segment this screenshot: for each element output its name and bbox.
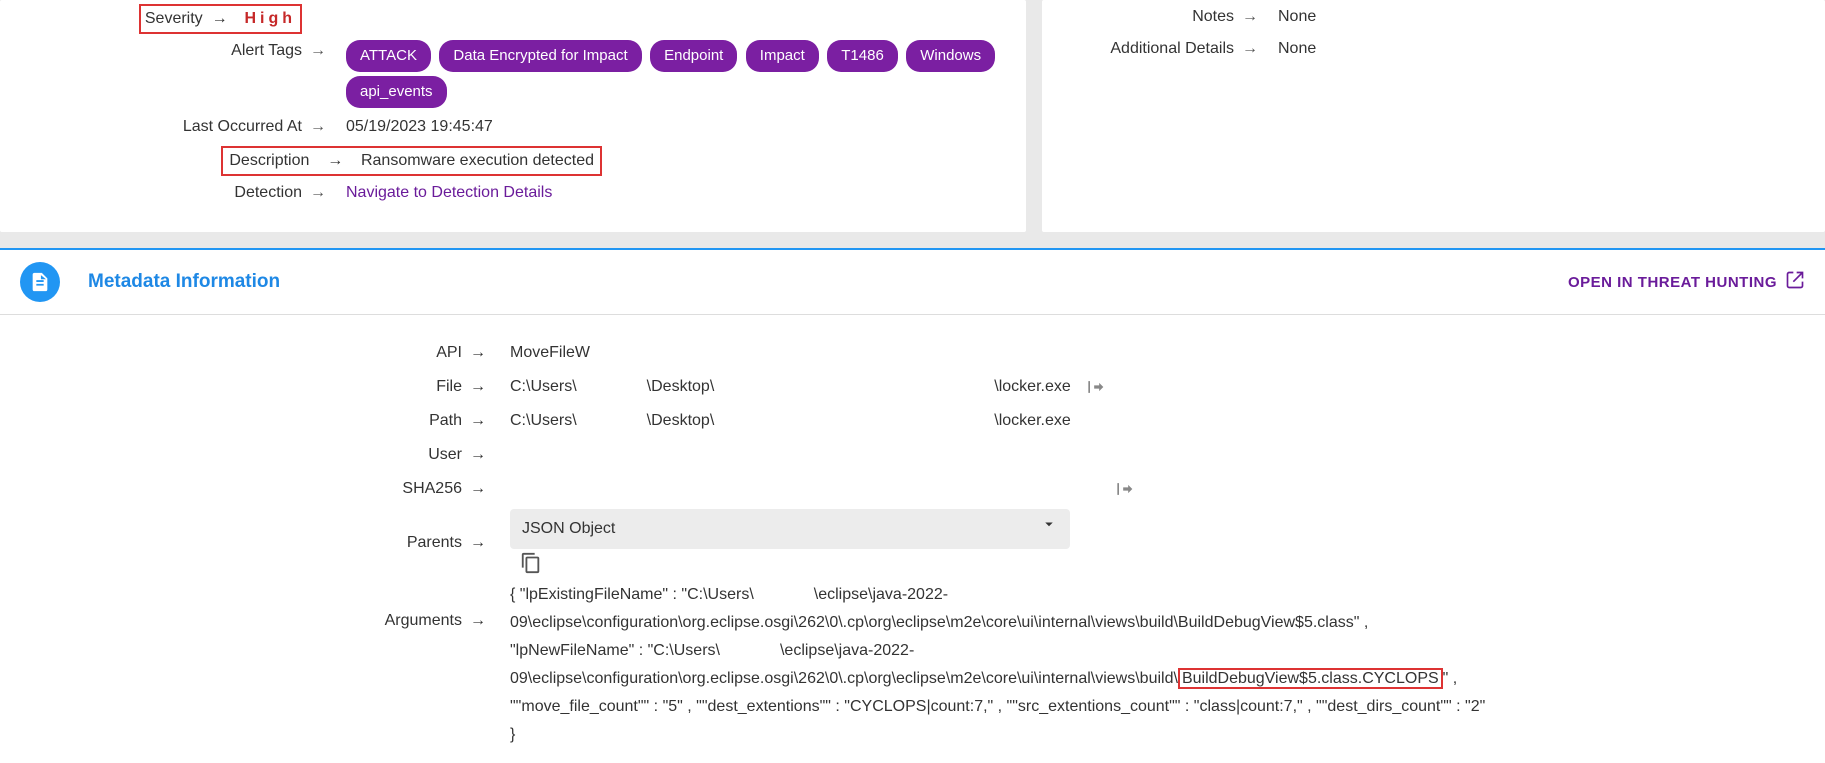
description-value: Ransomware execution detected — [361, 148, 594, 174]
alert-tags-label: Alert Tags — [20, 38, 310, 64]
severity-label: Severity — [145, 6, 203, 32]
tag[interactable]: Endpoint — [650, 40, 737, 72]
open-in-threat-hunting-link[interactable]: OPEN IN THREAT HUNTING — [1568, 270, 1805, 294]
tag[interactable]: ATTACK — [346, 40, 431, 72]
document-icon — [20, 262, 60, 302]
arrow-icon: → — [470, 339, 510, 367]
notes-label: Notes — [1062, 4, 1242, 30]
arrow-icon: → — [310, 114, 346, 140]
chevron-down-icon — [1040, 515, 1058, 543]
arrow-icon: → — [310, 38, 346, 64]
arrow-icon: → — [470, 529, 510, 557]
alert-details-card: Severity → High Alert Tags → ATTACK Data… — [0, 0, 1026, 232]
export-icon[interactable] — [1085, 377, 1105, 397]
sha256-value — [510, 475, 1560, 503]
severity-value: High — [236, 6, 296, 32]
last-occurred-value: 05/19/2023 19:45:47 — [346, 114, 1006, 140]
severity-highlight: Severity → High — [139, 4, 302, 34]
additional-details-value: None — [1278, 36, 1805, 62]
metadata-body: API → MoveFileW File → C:\Users\\Desktop… — [0, 315, 1825, 763]
arrow-icon: → — [310, 180, 346, 206]
path-label: Path — [20, 407, 470, 435]
additional-details-label: Additional Details — [1062, 36, 1242, 62]
detection-details-link[interactable]: Navigate to Detection Details — [346, 184, 552, 201]
section-title: Metadata Information — [88, 271, 1568, 293]
arguments-highlight: BuildDebugView$5.class.CYCLOPS — [1178, 668, 1443, 689]
arrow-icon: → — [470, 475, 510, 503]
arguments-label: Arguments — [20, 581, 470, 635]
arrow-icon: → — [470, 407, 510, 435]
tag[interactable]: Windows — [906, 40, 995, 72]
description-highlight: Description → Ransomware execution detec… — [221, 146, 602, 176]
file-value: C:\Users\\Desktop\\locker.exe — [510, 373, 1560, 401]
arguments-value: { "lpExistingFileName" : "C:\Users\\ecli… — [510, 581, 1490, 749]
path-value: C:\Users\\Desktop\\locker.exe — [510, 407, 1560, 435]
side-details-card: Notes → None Additional Details → None — [1042, 0, 1825, 232]
file-label: File — [20, 373, 470, 401]
api-value: MoveFileW — [510, 339, 1560, 367]
parents-label: Parents — [20, 529, 470, 557]
arrow-icon: → — [470, 581, 510, 635]
last-occurred-label: Last Occurred At — [20, 114, 310, 140]
copy-icon[interactable] — [520, 552, 542, 574]
tag[interactable]: T1486 — [827, 40, 898, 72]
tag[interactable]: Data Encrypted for Impact — [439, 40, 641, 72]
notes-value: None — [1278, 4, 1805, 30]
tag[interactable]: api_events — [346, 76, 447, 108]
user-label: User — [20, 441, 470, 469]
api-label: API — [20, 339, 470, 367]
alert-tags-value: ATTACK Data Encrypted for Impact Endpoin… — [346, 38, 1006, 110]
description-label: Description — [229, 148, 309, 174]
external-link-icon — [1785, 270, 1805, 294]
metadata-section-header: Metadata Information OPEN IN THREAT HUNT… — [0, 248, 1825, 315]
parents-value: JSON Object — [510, 509, 1560, 577]
parents-dropdown[interactable]: JSON Object — [510, 509, 1070, 549]
detection-label: Detection — [20, 180, 310, 206]
arrow-icon: → — [1242, 4, 1278, 30]
arrow-icon: → — [1242, 36, 1278, 62]
export-icon[interactable] — [1114, 479, 1134, 499]
arrow-icon: → — [470, 373, 510, 401]
sha256-label: SHA256 — [20, 475, 470, 503]
arrow-icon: → — [470, 441, 510, 469]
tag[interactable]: Impact — [746, 40, 819, 72]
